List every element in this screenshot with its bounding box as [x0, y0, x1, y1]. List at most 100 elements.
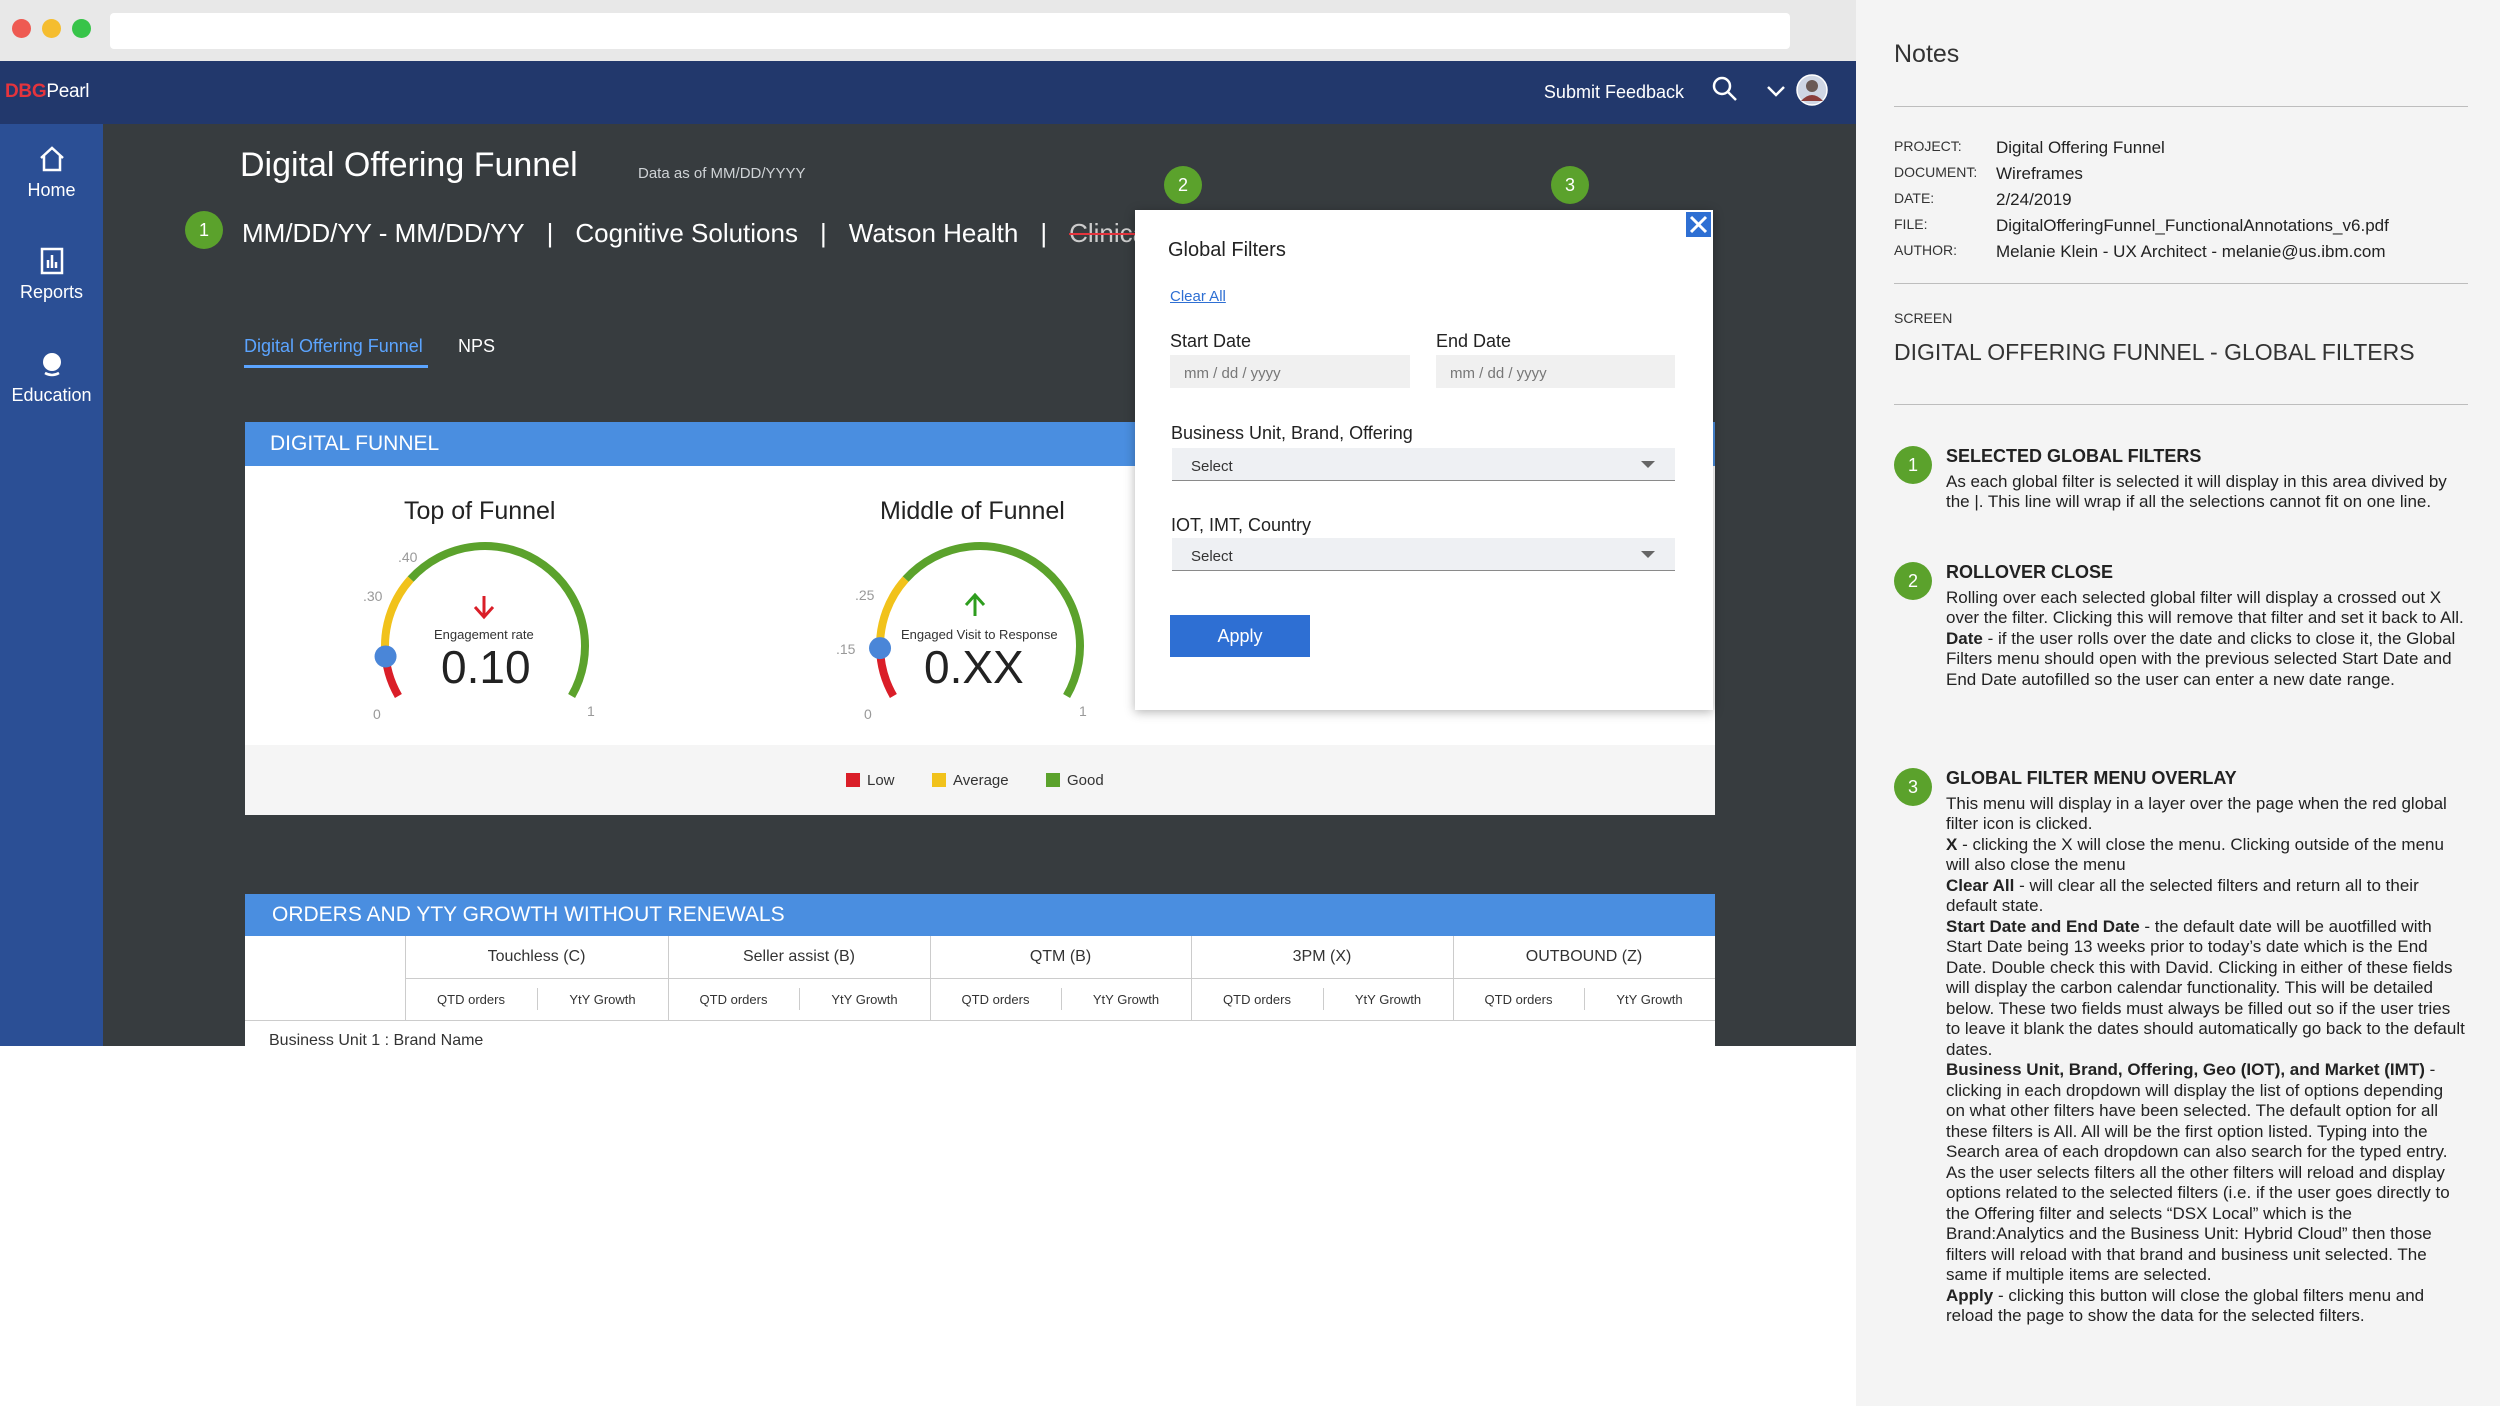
screen-label: SCREEN: [1894, 310, 1953, 326]
gauge-tick: 1: [587, 703, 595, 719]
screen-name: DIGITAL OFFERING FUNNEL - GLOBAL FILTERS: [1894, 339, 2415, 365]
divider: [1894, 106, 2468, 107]
search-icon[interactable]: [1710, 74, 1740, 104]
iot-imt-country-select[interactable]: Select: [1172, 538, 1675, 571]
note-heading: ROLLOVER CLOSE: [1946, 562, 2114, 582]
gauge-tick: .40: [398, 549, 418, 565]
column-header: QTD orders: [961, 992, 1030, 1007]
notes-title: Notes: [1894, 40, 1960, 68]
divider: [1894, 283, 2468, 284]
sidebar-item-label: Home: [27, 180, 76, 200]
maximize-window-button[interactable]: [72, 19, 91, 38]
note-paragraph: Start Date and End Date - the default da…: [1946, 916, 2465, 1059]
note-keyword: X: [1946, 834, 1958, 854]
chevron-down-icon: [1641, 551, 1655, 558]
column-group-header: Seller assist (B): [742, 948, 856, 965]
start-date-input[interactable]: mm / dd / yyyy: [1170, 355, 1410, 388]
note-selected-global-filters: SELECTED GLOBAL FILTERS As each global fi…: [1946, 446, 2466, 513]
note-paragraph: This menu will display in a layer over t…: [1946, 793, 2447, 834]
column-header: QTD orders: [1223, 992, 1291, 1007]
gauge-tick: .25: [855, 587, 875, 603]
column-group-header: 3PM (X): [1292, 948, 1352, 965]
filter-date[interactable]: MM/DD/YY - MM/DD/YY: [242, 218, 525, 248]
data-as-of: Data as of MM/DD/YYYY: [638, 165, 806, 182]
gauge-tick: .30: [363, 588, 383, 604]
legend-item-good: Good: [1046, 772, 1104, 789]
note-paragraph: Clear All - will clear all the selected …: [1946, 875, 2419, 916]
gauge-needle-marker: [869, 637, 892, 660]
column-header: YtY Growth: [1616, 992, 1683, 1007]
note-paragraph: Date - if the user rolls over the date a…: [1946, 628, 2456, 689]
sidebar-item-label: Reports: [19, 282, 84, 302]
column-header: YtY Growth: [831, 992, 898, 1007]
end-date-input[interactable]: mm / dd / yyyy: [1436, 355, 1675, 388]
gauge-title: Middle of Funnel: [880, 497, 1065, 525]
gauge-tick: .15: [836, 641, 856, 657]
reports-icon: [40, 247, 63, 275]
annotation-badge-3: 3: [1551, 166, 1589, 204]
filter-separator: |: [546, 218, 554, 248]
education-icon: [42, 353, 61, 377]
modal-title: Global Filters: [1168, 239, 1286, 261]
end-date-label: End Date: [1436, 331, 1512, 351]
sidebar: Home Reports Education: [0, 124, 103, 1046]
gauge-value: 0.10: [441, 641, 531, 693]
column-header: YtY Growth: [1092, 992, 1160, 1007]
app-logo[interactable]: DBGPearl: [5, 81, 89, 103]
divider: [1894, 404, 2468, 405]
note-badge: 3: [1894, 768, 1932, 806]
close-window-button[interactable]: [12, 19, 31, 38]
filter-separator: |: [1040, 218, 1048, 248]
business-unit-label: Business Unit, Brand, Offering: [1171, 423, 1413, 443]
tab-nps[interactable]: NPS: [458, 336, 495, 357]
clear-all-link[interactable]: Clear All: [1170, 288, 1226, 305]
legend-swatch: [846, 773, 860, 787]
gauge-tick: 0: [373, 706, 381, 722]
trend-down-icon: [473, 596, 495, 620]
modal-close-button[interactable]: [1684, 210, 1713, 239]
sidebar-item-reports[interactable]: Reports: [0, 246, 103, 303]
chevron-down-icon: [1641, 461, 1655, 468]
filter-cognitive-solutions[interactable]: Cognitive Solutions: [575, 218, 798, 248]
iot-imt-country-label: IOT, IMT, Country: [1171, 515, 1312, 535]
legend-swatch: [1046, 773, 1060, 787]
note-global-filter-menu-overlay: GLOBAL FILTER MENU OVERLAY This menu will…: [1946, 768, 2466, 1327]
note-paragraph: Apply - clicking this button will close …: [1946, 1285, 2425, 1326]
global-filters-modal: Global Filters Clear All Start Date End …: [1135, 210, 1713, 710]
selected-global-filters: MM/DD/YY - MM/DD/YY | Cognitive Solutions |…: [242, 218, 1147, 249]
home-icon: [39, 146, 64, 172]
note-paragraph: X - clicking the X will close the menu. …: [1946, 834, 2444, 875]
note-keyword: Start Date and End Date: [1946, 916, 2140, 936]
sidebar-item-home[interactable]: Home: [0, 144, 103, 201]
apply-button[interactable]: Apply: [1170, 615, 1310, 657]
submit-feedback-link[interactable]: Submit Feedback: [1544, 82, 1684, 103]
note-rollover-close: ROLLOVER CLOSE Rolling over each selected…: [1946, 562, 2466, 690]
filter-separator: |: [819, 218, 827, 248]
note-heading: GLOBAL FILTER MENU OVERLAY: [1946, 768, 2237, 788]
orders-card: ORDERS AND YTY GROWTH WITHOUT RENEWALS T…: [245, 894, 1715, 1046]
tab-digital-offering-funnel[interactable]: Digital Offering Funnel: [244, 336, 428, 368]
minimize-window-button[interactable]: [42, 19, 61, 38]
top-nav-bar: DBGPearl Submit Feedback: [0, 61, 1856, 124]
address-bar[interactable]: [110, 13, 1790, 49]
avatar[interactable]: [1796, 74, 1828, 106]
column-header: YtY Growth: [569, 992, 636, 1007]
legend-item-average: Average: [932, 772, 1009, 789]
business-unit-select[interactable]: Select: [1172, 448, 1675, 481]
note-keyword: Date: [1946, 628, 1983, 648]
gauge-value: 0.XX: [924, 641, 1024, 693]
browser-chrome: [0, 0, 1856, 61]
note-heading: SELECTED GLOBAL FILTERS: [1946, 446, 2202, 466]
sidebar-item-education[interactable]: Education: [0, 349, 103, 406]
chevron-down-icon[interactable]: [1766, 85, 1786, 99]
column-header: QTD orders: [437, 992, 505, 1007]
note-keyword: Clear All: [1946, 875, 2015, 895]
gauge-band-average: [381, 576, 414, 649]
start-date-label: Start Date: [1170, 331, 1252, 351]
column-group-header: QTM (B): [1029, 948, 1092, 965]
orders-header: ORDERS AND YTY GROWTH WITHOUT RENEWALS: [245, 894, 1715, 936]
filter-watson-health[interactable]: Watson Health: [849, 218, 1019, 248]
legend-swatch: [932, 773, 946, 787]
note-paragraph: Rolling over each selected global filter…: [1946, 587, 2464, 628]
note-keyword: Business Unit, Brand, Offering, Geo (IOT…: [1946, 1060, 2425, 1079]
